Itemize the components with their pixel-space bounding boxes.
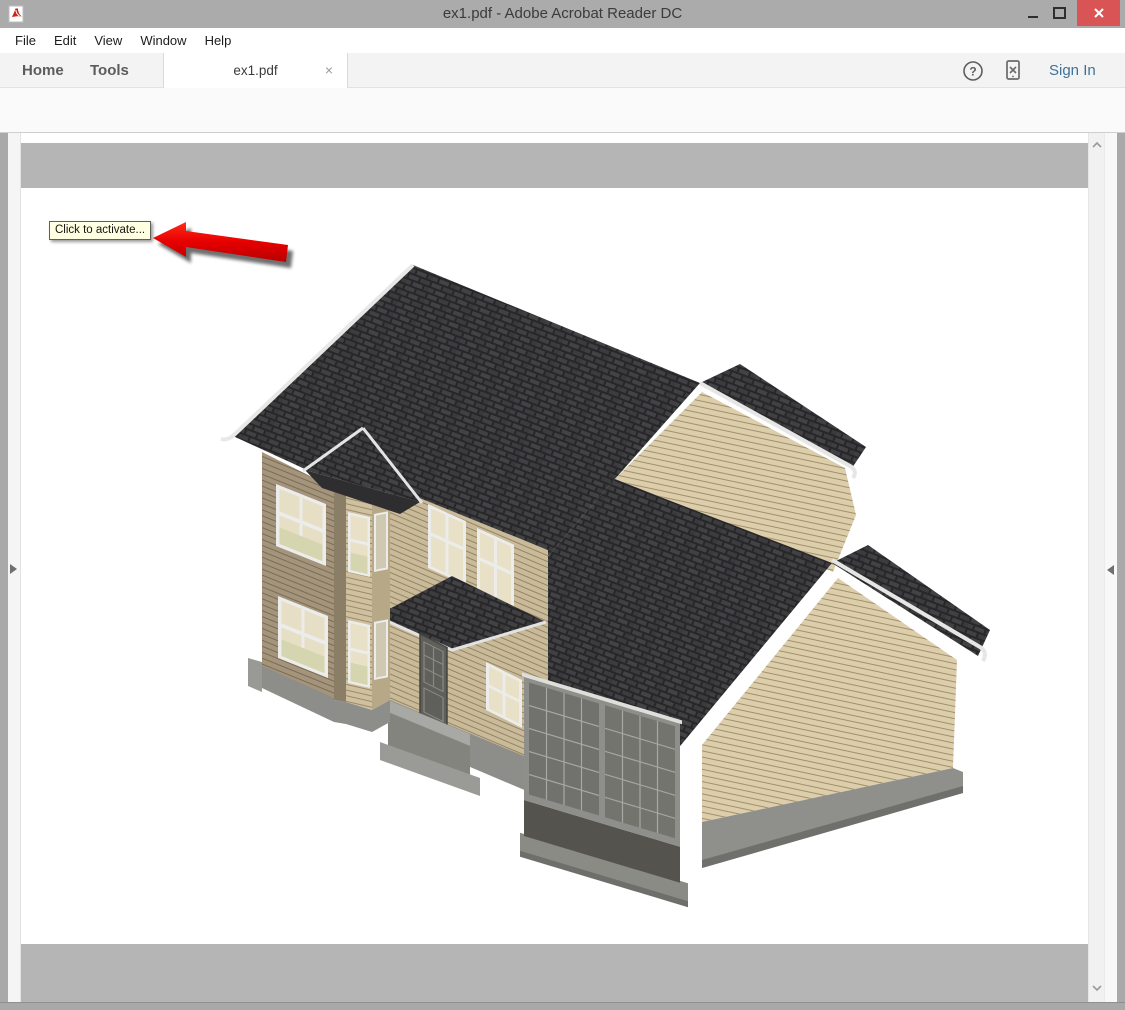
window-frame-right	[1117, 133, 1125, 1010]
vertical-scrollbar[interactable]	[1088, 133, 1104, 1002]
navigation-pane-toggle-icon[interactable]	[10, 564, 17, 574]
acrobat-window: ex1.pdf - Adobe Acrobat Reader DC File E…	[0, 0, 1125, 1010]
activate-tooltip-text: Click to activate...	[55, 224, 145, 236]
tools-pane-toggle-icon[interactable]	[1107, 565, 1114, 575]
bay-window	[348, 620, 370, 688]
house-3d-poster[interactable]	[0, 0, 1125, 1010]
house-rendering	[221, 265, 990, 907]
scroll-up-icon[interactable]	[1091, 141, 1103, 149]
bay-window	[348, 512, 370, 577]
activate-tooltip[interactable]: Click to activate...	[49, 221, 151, 240]
scroll-down-icon[interactable]	[1091, 984, 1103, 992]
window-frame-bottom	[0, 1002, 1125, 1010]
red-arrow	[153, 222, 293, 268]
window-frame-left	[0, 133, 8, 1010]
